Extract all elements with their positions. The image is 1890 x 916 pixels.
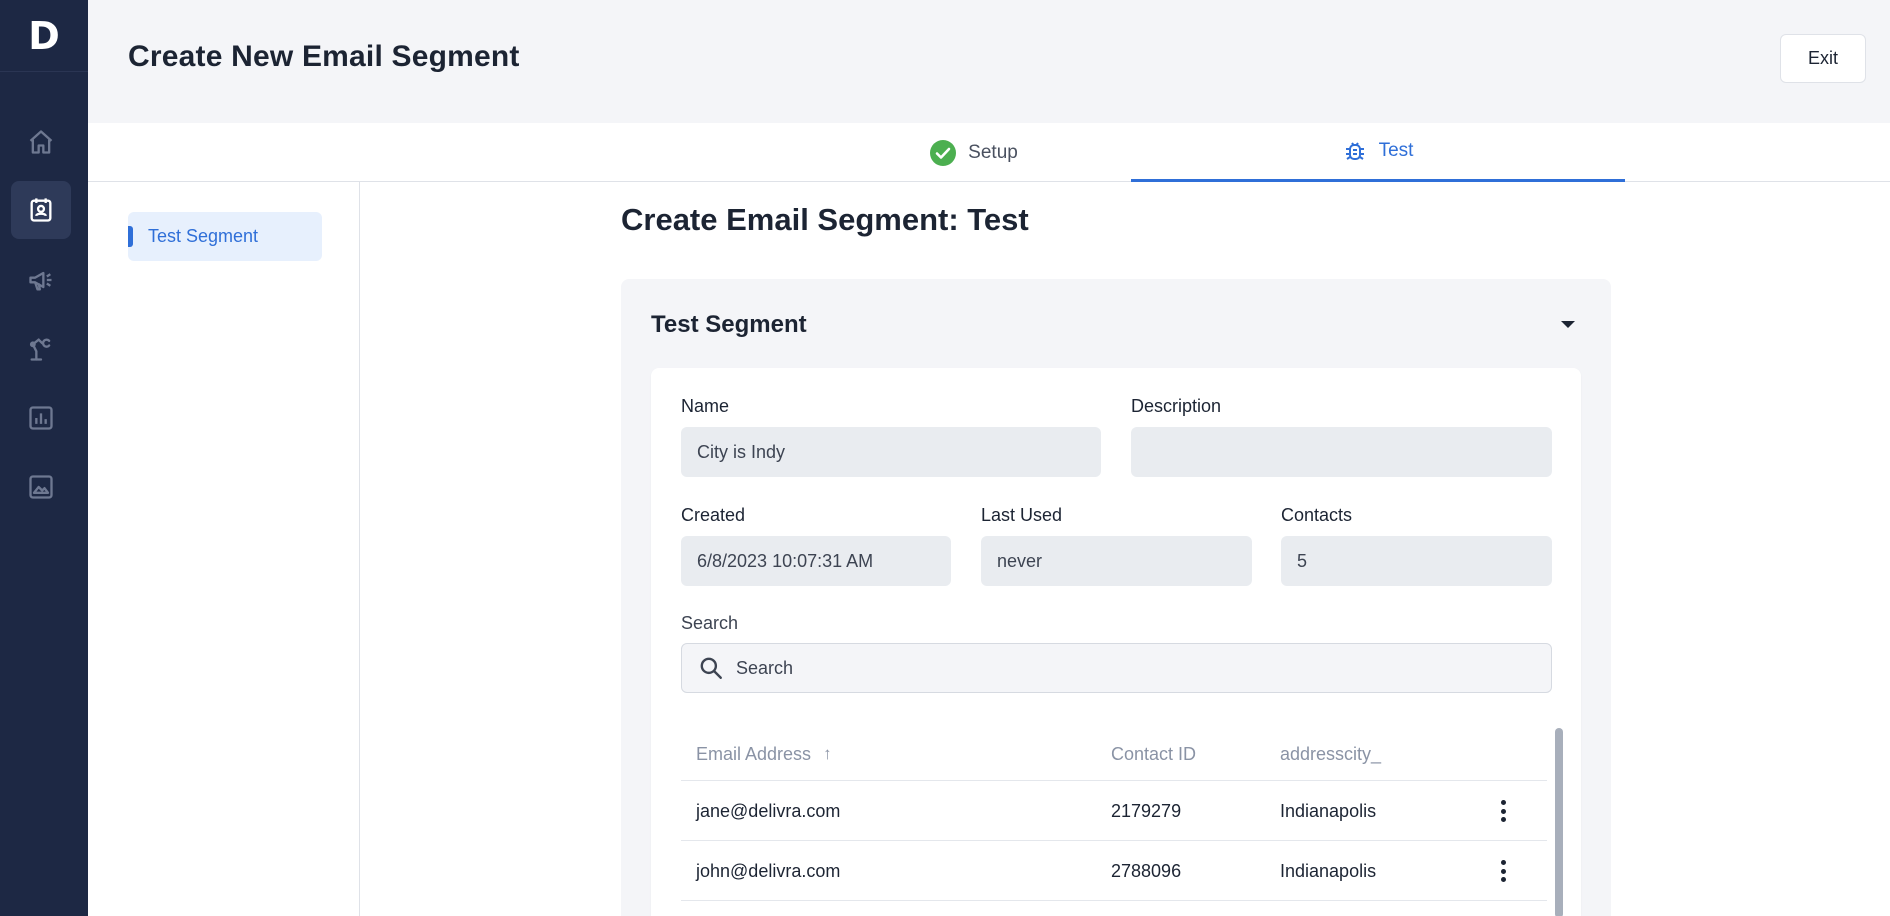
megaphone-icon: [29, 271, 52, 291]
search-box: [681, 643, 1552, 693]
search-icon: [700, 657, 722, 679]
search-label: Search: [681, 613, 739, 633]
contacts-icon: [30, 198, 52, 222]
section-title: Test Segment: [651, 311, 807, 338]
row-menu-icon[interactable]: [1493, 859, 1513, 883]
exit-button[interactable]: Exit: [1780, 34, 1866, 83]
name-label: Name: [681, 396, 730, 416]
row-menu-icon[interactable]: [1493, 799, 1513, 823]
step-test-label: Test: [1378, 140, 1414, 161]
contacts-label: Contacts: [1281, 505, 1353, 525]
table-row[interactable]: [681, 900, 1547, 916]
page-header: Create New Email Segment Exit: [88, 0, 1890, 123]
nav-media[interactable]: [11, 458, 71, 516]
nav-automation[interactable]: [11, 320, 71, 378]
created-label: Created: [681, 505, 746, 525]
column-email[interactable]: Email Address ↑: [696, 728, 1096, 780]
home-icon: [29, 130, 53, 154]
cell-email: jane@delivra.com: [696, 800, 841, 821]
created-field: 6/8/2023 10:07:31 AM: [681, 536, 951, 586]
cell-contact-id: 2179279: [1111, 800, 1182, 821]
nav-rail: D: [0, 0, 88, 916]
side-panel: Test Segment: [88, 182, 360, 916]
bug-icon: [1345, 142, 1364, 160]
cell-city: Indianapolis: [1280, 860, 1377, 881]
image-icon: [29, 475, 53, 499]
reports-icon: [29, 406, 53, 430]
wizard-steps: Setup Test: [88, 123, 1890, 182]
main-title: Create Email Segment: Test: [621, 202, 1029, 237]
page-title: Create New Email Segment: [128, 40, 520, 73]
column-email-label: Email Address: [696, 743, 812, 764]
table-scrollbar[interactable]: [1555, 728, 1563, 916]
contacts-field: 5: [1281, 536, 1552, 586]
sort-asc-icon[interactable]: ↑: [823, 744, 832, 764]
description-label: Description: [1131, 396, 1222, 416]
step-setup-label: Setup: [968, 141, 1018, 163]
table-row[interactable]: john@delivra.com 2788096 Indianapolis: [681, 840, 1547, 900]
automation-icon: [29, 338, 51, 361]
nav-home[interactable]: [11, 113, 71, 171]
cell-city: Indianapolis: [1280, 800, 1377, 821]
logo-letter: D: [28, 13, 60, 58]
segment-card: Test Segment Name City is Indy Descripti…: [621, 279, 1611, 916]
nav-reports[interactable]: [11, 389, 71, 447]
cell-contact-id: 2788096: [1111, 860, 1182, 881]
cell-email: john@delivra.com: [696, 860, 841, 881]
last-used-label: Last Used: [981, 505, 1063, 525]
segment-details: Name City is Indy Description Created 6/…: [651, 368, 1581, 916]
column-city[interactable]: addresscity_: [1280, 728, 1480, 780]
check-circle-icon: [930, 139, 957, 166]
app-logo[interactable]: D: [0, 0, 88, 72]
side-item-test-segment[interactable]: Test Segment: [128, 212, 322, 261]
nav-campaigns[interactable]: [11, 251, 71, 309]
name-field: City is Indy: [681, 427, 1101, 477]
column-contact-id[interactable]: Contact ID: [1111, 728, 1271, 780]
description-field: [1131, 427, 1552, 477]
search-input[interactable]: [736, 657, 1536, 679]
collapse-caret-icon[interactable]: [1561, 321, 1575, 328]
last-used-field: never: [981, 536, 1252, 586]
step-test[interactable]: Test: [1131, 123, 1625, 182]
table-row[interactable]: jane@delivra.com 2179279 Indianapolis: [681, 780, 1547, 840]
nav-contacts[interactable]: [11, 181, 71, 239]
